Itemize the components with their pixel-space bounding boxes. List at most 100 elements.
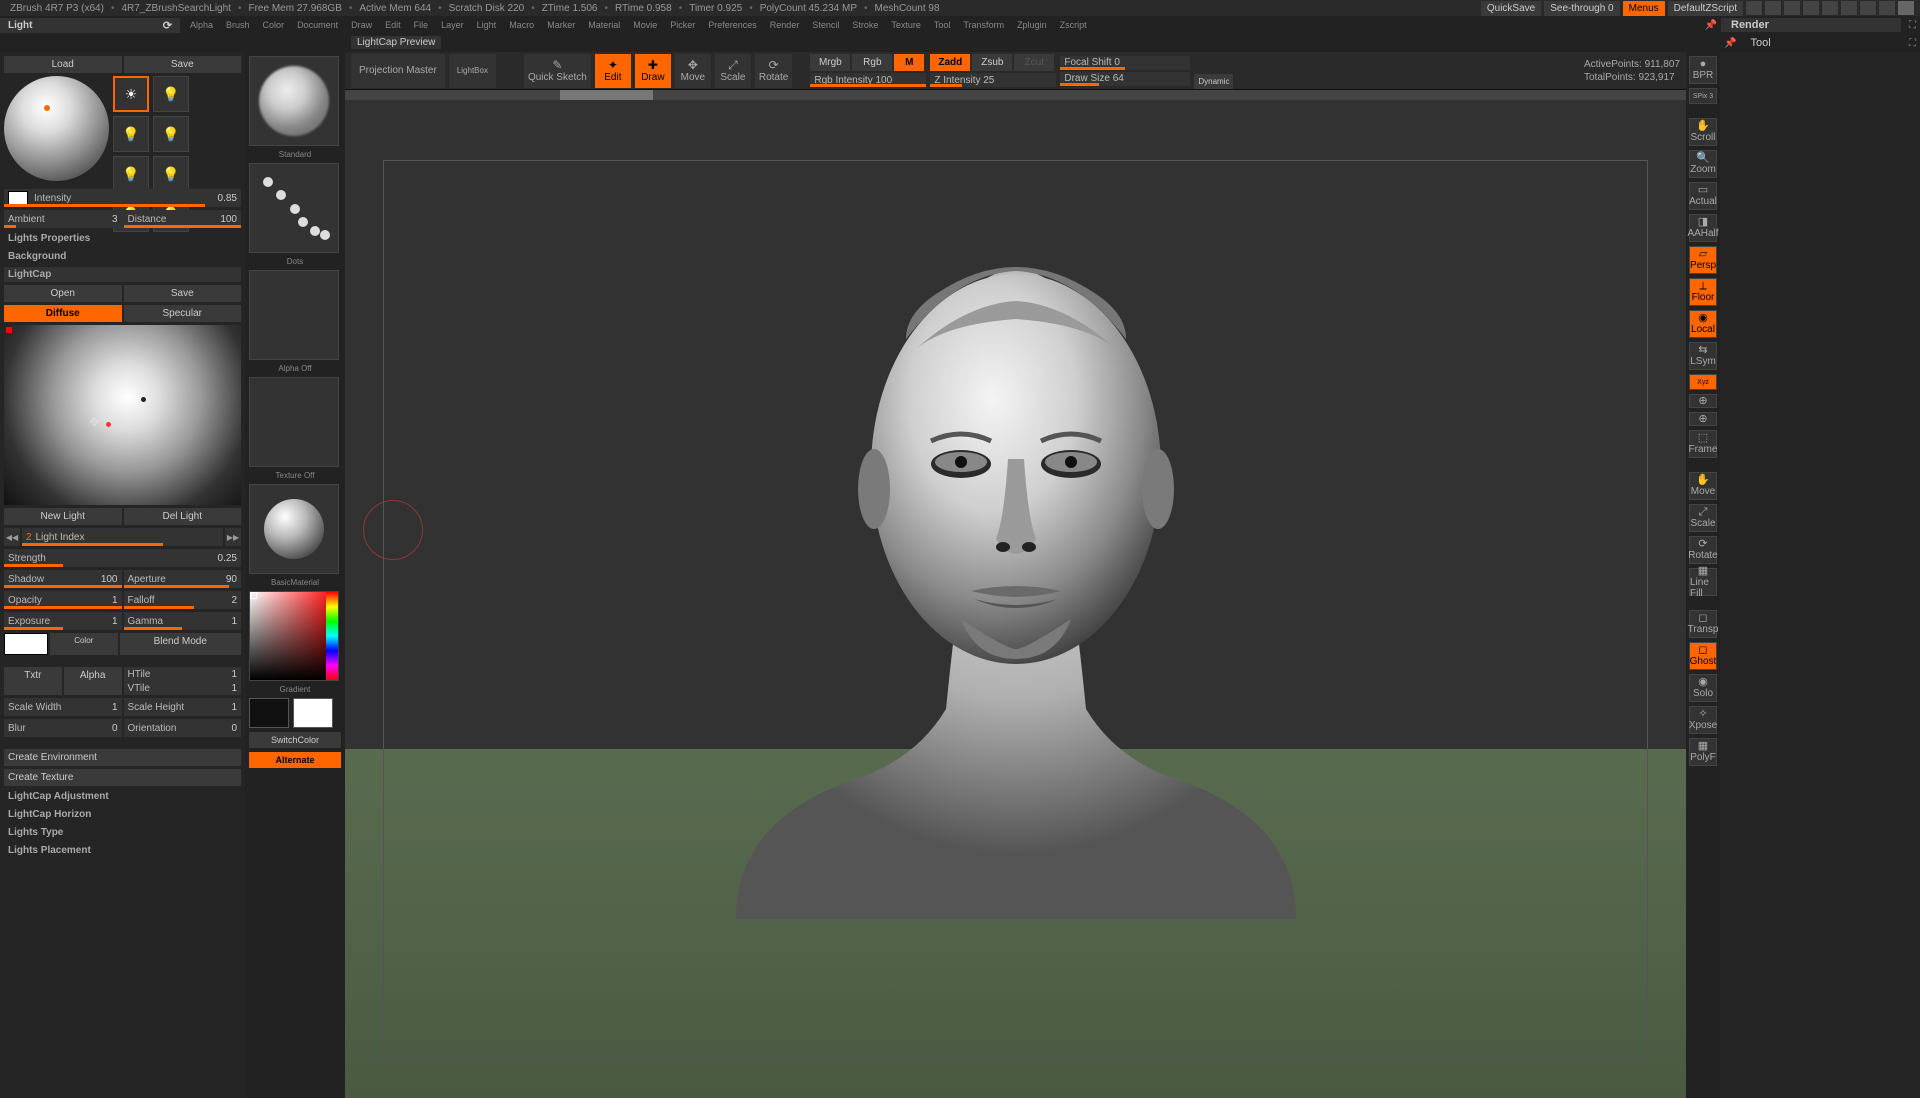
lightcap-light-1-marker[interactable] [141, 397, 146, 402]
specular-tab[interactable]: Specular [124, 305, 242, 322]
pin-tool-icon[interactable]: 📌 [1720, 38, 1740, 49]
lightcap-horizon-header[interactable]: LightCap Horizon [4, 807, 241, 822]
save-button[interactable]: Save [124, 56, 242, 73]
menu-texture[interactable]: Texture [885, 19, 927, 31]
switchcolor-button[interactable]: SwitchColor [249, 732, 341, 748]
aperture-slider[interactable]: Aperture90 [124, 570, 242, 588]
light-direction-sphere[interactable] [4, 76, 109, 181]
menu-light[interactable]: Light [471, 19, 503, 31]
stroke-thumbnail[interactable] [249, 163, 339, 253]
material-thumbnail[interactable] [249, 484, 339, 574]
menu-transform[interactable]: Transform [957, 19, 1010, 31]
diffuse-tab[interactable]: Diffuse [4, 305, 122, 322]
menu-edit[interactable]: Edit [379, 19, 407, 31]
light-color-swatch[interactable] [8, 191, 28, 205]
rgb-button[interactable]: Rgb [852, 54, 892, 71]
alternate-button[interactable]: Alternate [249, 752, 341, 768]
menu-movie[interactable]: Movie [627, 19, 663, 31]
del-light-button[interactable]: Del Light [124, 508, 242, 525]
lightcap-adjustment-header[interactable]: LightCap Adjustment [4, 789, 241, 804]
blend-mode-button[interactable]: Blend Mode [120, 633, 242, 655]
menu-alpha[interactable]: Alpha [184, 19, 219, 31]
light-slot-3[interactable]: 💡 [113, 116, 149, 152]
float-menu-icon[interactable] [1841, 1, 1857, 15]
zcut-button[interactable]: Zcut [1014, 54, 1054, 71]
background-header[interactable]: Background [4, 249, 241, 264]
load-button[interactable]: Load [4, 56, 122, 73]
alpha-thumbnail[interactable] [249, 270, 339, 360]
mrgb-button[interactable]: Mrgb [810, 54, 850, 71]
lightcap-save-button[interactable]: Save [124, 285, 242, 302]
htile-slider[interactable]: HTile1 [124, 667, 242, 681]
lights-properties-header[interactable]: Lights Properties [4, 231, 241, 246]
lightcap-sphere[interactable]: ✥ [4, 325, 241, 505]
light-slot-4[interactable]: 💡 [153, 116, 189, 152]
menu-render[interactable]: Render [764, 19, 806, 31]
intensity-slider[interactable]: Intensity 0.85 [4, 189, 241, 207]
refresh-icon[interactable]: ⟳ [163, 19, 172, 32]
render-palette-title[interactable]: Render [1721, 18, 1901, 32]
minimize-icon[interactable] [1860, 1, 1876, 15]
solo-button[interactable]: ◉Solo [1689, 674, 1717, 702]
light-slot-5[interactable]: 💡 [113, 156, 149, 192]
frame-button[interactable]: ⬚Frame [1689, 430, 1717, 458]
defaultscript-button[interactable]: DefaultZScript [1668, 1, 1743, 16]
light-slot-2[interactable]: 💡 [153, 76, 189, 112]
xyz-button[interactable]: Xyz [1689, 374, 1717, 390]
canvas-horizontal-scroll[interactable] [345, 90, 1686, 100]
dynamic-button[interactable]: Dynamic [1194, 74, 1233, 89]
close-icon[interactable] [1898, 1, 1914, 15]
pin-icon[interactable]: 📌 [1705, 20, 1717, 31]
menu-tool[interactable]: Tool [928, 19, 957, 31]
lightcap-open-button[interactable]: Open [4, 285, 122, 302]
lightbox-button[interactable]: LightBox [449, 54, 496, 88]
lightcap-light-2-marker[interactable] [106, 422, 111, 427]
home-icon[interactable] [1746, 1, 1762, 15]
quicksketch-button[interactable]: ✎Quick Sketch [524, 54, 591, 88]
tool-palette-title[interactable]: Tool [1740, 35, 1780, 51]
menu-draw[interactable]: Draw [345, 19, 378, 31]
lsym-button[interactable]: ⇆LSym [1689, 342, 1717, 370]
new-light-button[interactable]: New Light [4, 508, 122, 525]
rotate-mode-button[interactable]: ⟳Rotate [755, 54, 792, 88]
linefill-button[interactable]: ▦Line Fill [1689, 568, 1717, 596]
scale-nav-button[interactable]: ⤢Scale [1689, 504, 1717, 532]
layout-b-icon[interactable] [1784, 1, 1800, 15]
create-texture-button[interactable]: Create Texture [4, 769, 241, 786]
color-picker[interactable] [249, 591, 339, 681]
blur-slider[interactable]: Blur0 [4, 719, 122, 737]
local-button[interactable]: ◉Local [1689, 310, 1717, 338]
xyz-y-button[interactable]: ⊕ [1689, 394, 1717, 408]
secondary-color-swatch[interactable] [249, 698, 289, 728]
menu-material[interactable]: Material [582, 19, 626, 31]
floor-button[interactable]: ⟂Floor [1689, 278, 1717, 306]
brush-thumbnail[interactable] [249, 56, 339, 146]
texture-thumbnail[interactable] [249, 377, 339, 467]
opacity-slider[interactable]: Opacity1 [4, 591, 122, 609]
draw-mode-button[interactable]: ✚Draw [635, 54, 671, 88]
projection-master-button[interactable]: Projection Master [351, 54, 445, 88]
orientation-slider[interactable]: Orientation0 [124, 719, 242, 737]
persp-button[interactable]: ▱Persp [1689, 246, 1717, 274]
exposure-slider[interactable]: Exposure1 [4, 612, 122, 630]
color-scheme-icon[interactable] [1822, 1, 1838, 15]
quicksave-button[interactable]: QuickSave [1481, 1, 1541, 16]
ghost-button[interactable]: ◻Ghost [1689, 642, 1717, 670]
xyz-z-button[interactable]: ⊕ [1689, 412, 1717, 426]
menu-picker[interactable]: Picker [664, 19, 701, 31]
light-slot-6[interactable]: 💡 [153, 156, 189, 192]
draw-size-slider[interactable]: Draw Size 64 [1060, 72, 1190, 86]
lights-placement-header[interactable]: Lights Placement [4, 843, 241, 858]
menu-file[interactable]: File [408, 19, 435, 31]
shadow-slider[interactable]: Shadow100 [4, 570, 122, 588]
hue-strip[interactable] [326, 592, 338, 680]
light-palette-title[interactable]: Light ⟳ [0, 18, 180, 33]
rgb-intensity-slider[interactable]: Rgb Intensity 100 [810, 73, 926, 87]
restore-icon[interactable]: ⛶ [1905, 20, 1920, 31]
create-environment-button[interactable]: Create Environment [4, 749, 241, 766]
scale-mode-button[interactable]: ⤢Scale [715, 54, 751, 88]
menu-color[interactable]: Color [257, 19, 291, 31]
seethrough-slider[interactable]: See-through 0 [1544, 1, 1619, 16]
primary-color-swatch[interactable] [293, 698, 333, 728]
menu-zscript[interactable]: Zscript [1054, 19, 1093, 31]
